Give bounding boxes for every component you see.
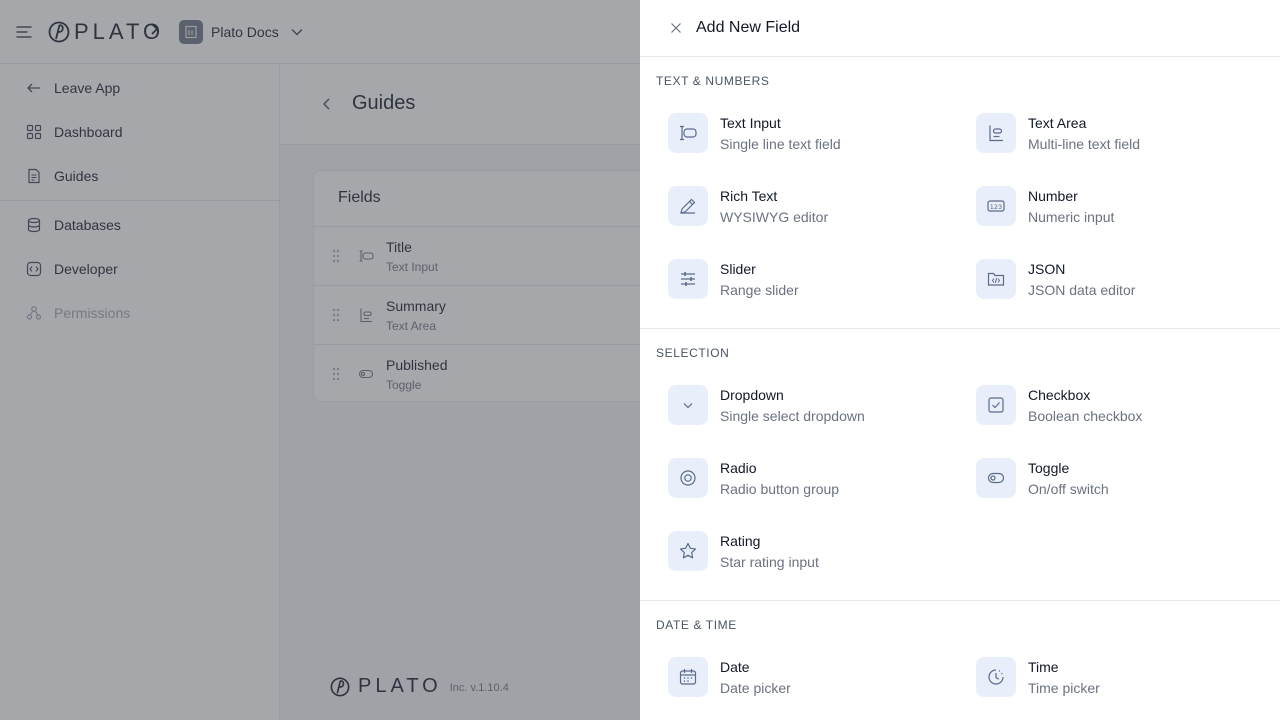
option-slider[interactable]: Slider Range slider bbox=[668, 259, 958, 319]
option-description: WYSIWYG editor bbox=[720, 209, 829, 225]
section-title: DATE & TIME bbox=[656, 618, 737, 632]
close-button[interactable] bbox=[668, 20, 684, 36]
option-label: Checkbox bbox=[1028, 387, 1091, 403]
number-icon: 123 bbox=[976, 186, 1016, 226]
text-area-icon bbox=[976, 113, 1016, 153]
radio-icon bbox=[668, 458, 708, 498]
drawer-title: Add New Field bbox=[696, 19, 801, 36]
option-label: Rich Text bbox=[720, 188, 778, 204]
option-description: Single line text field bbox=[720, 136, 841, 152]
star-icon bbox=[668, 531, 708, 571]
option-label: Text Input bbox=[720, 115, 781, 131]
option-label: Toggle bbox=[1028, 460, 1070, 476]
text-input-icon bbox=[668, 113, 708, 153]
option-json[interactable]: JSON JSON data editor bbox=[976, 259, 1266, 319]
option-text-area[interactable]: Text Area Multi-line text field bbox=[976, 113, 1266, 173]
add-field-drawer: Add New Field TEXT & NUMBERS Text Input … bbox=[640, 0, 1280, 720]
option-label: Number bbox=[1028, 188, 1078, 204]
option-label: JSON bbox=[1028, 261, 1066, 277]
pencil-icon bbox=[668, 186, 708, 226]
svg-text:123: 123 bbox=[990, 203, 1002, 211]
section-title: SELECTION bbox=[656, 346, 730, 360]
option-label: Date bbox=[720, 659, 750, 675]
calendar-icon bbox=[668, 657, 708, 697]
option-dropdown[interactable]: Dropdown Single select dropdown bbox=[668, 385, 958, 445]
option-label: Rating bbox=[720, 533, 761, 549]
toggle-icon bbox=[976, 458, 1016, 498]
option-checkbox[interactable]: Checkbox Boolean checkbox bbox=[976, 385, 1266, 445]
option-description: Range slider bbox=[720, 282, 799, 298]
option-label: Slider bbox=[720, 261, 756, 277]
close-icon bbox=[671, 23, 681, 33]
option-description: Radio button group bbox=[720, 481, 840, 497]
chevron-down-icon bbox=[668, 385, 708, 425]
option-toggle[interactable]: Toggle On/off switch bbox=[976, 458, 1266, 518]
option-time[interactable]: Time Time picker bbox=[976, 657, 1266, 717]
option-label: Time bbox=[1028, 659, 1059, 675]
checkbox-icon bbox=[976, 385, 1016, 425]
option-number[interactable]: 123 Number Numeric input bbox=[976, 186, 1266, 246]
option-description: Time picker bbox=[1028, 680, 1100, 696]
option-radio[interactable]: Radio Radio button group bbox=[668, 458, 958, 518]
section-selection: SELECTION Dropdown Single select dropdow… bbox=[640, 329, 1280, 601]
option-label: Text Area bbox=[1028, 115, 1087, 131]
sliders-icon bbox=[668, 259, 708, 299]
option-description: Multi-line text field bbox=[1028, 136, 1141, 152]
option-label: Radio bbox=[720, 460, 757, 476]
option-text-input[interactable]: Text Input Single line text field bbox=[668, 113, 958, 173]
section-date-time: DATE & TIME Date Date picker Time Time p… bbox=[640, 601, 1280, 720]
option-description: On/off switch bbox=[1028, 481, 1109, 497]
option-description: Date picker bbox=[720, 680, 791, 696]
option-label: Dropdown bbox=[720, 387, 784, 403]
option-description: Numeric input bbox=[1028, 209, 1115, 225]
option-date[interactable]: Date Date picker bbox=[668, 657, 958, 717]
option-rating[interactable]: Rating Star rating input bbox=[668, 531, 958, 591]
option-description: Single select dropdown bbox=[720, 408, 865, 424]
option-description: JSON data editor bbox=[1028, 282, 1136, 298]
option-description: Star rating input bbox=[720, 554, 819, 570]
drawer-header: Add New Field bbox=[640, 0, 1280, 57]
option-description: Boolean checkbox bbox=[1028, 408, 1143, 424]
clock-icon bbox=[976, 657, 1016, 697]
section-text-numbers: TEXT & NUMBERS Text Input Single line te… bbox=[640, 57, 1280, 329]
json-icon bbox=[976, 259, 1016, 299]
option-rich-text[interactable]: Rich Text WYSIWYG editor bbox=[668, 186, 958, 246]
section-title: TEXT & NUMBERS bbox=[656, 74, 770, 88]
